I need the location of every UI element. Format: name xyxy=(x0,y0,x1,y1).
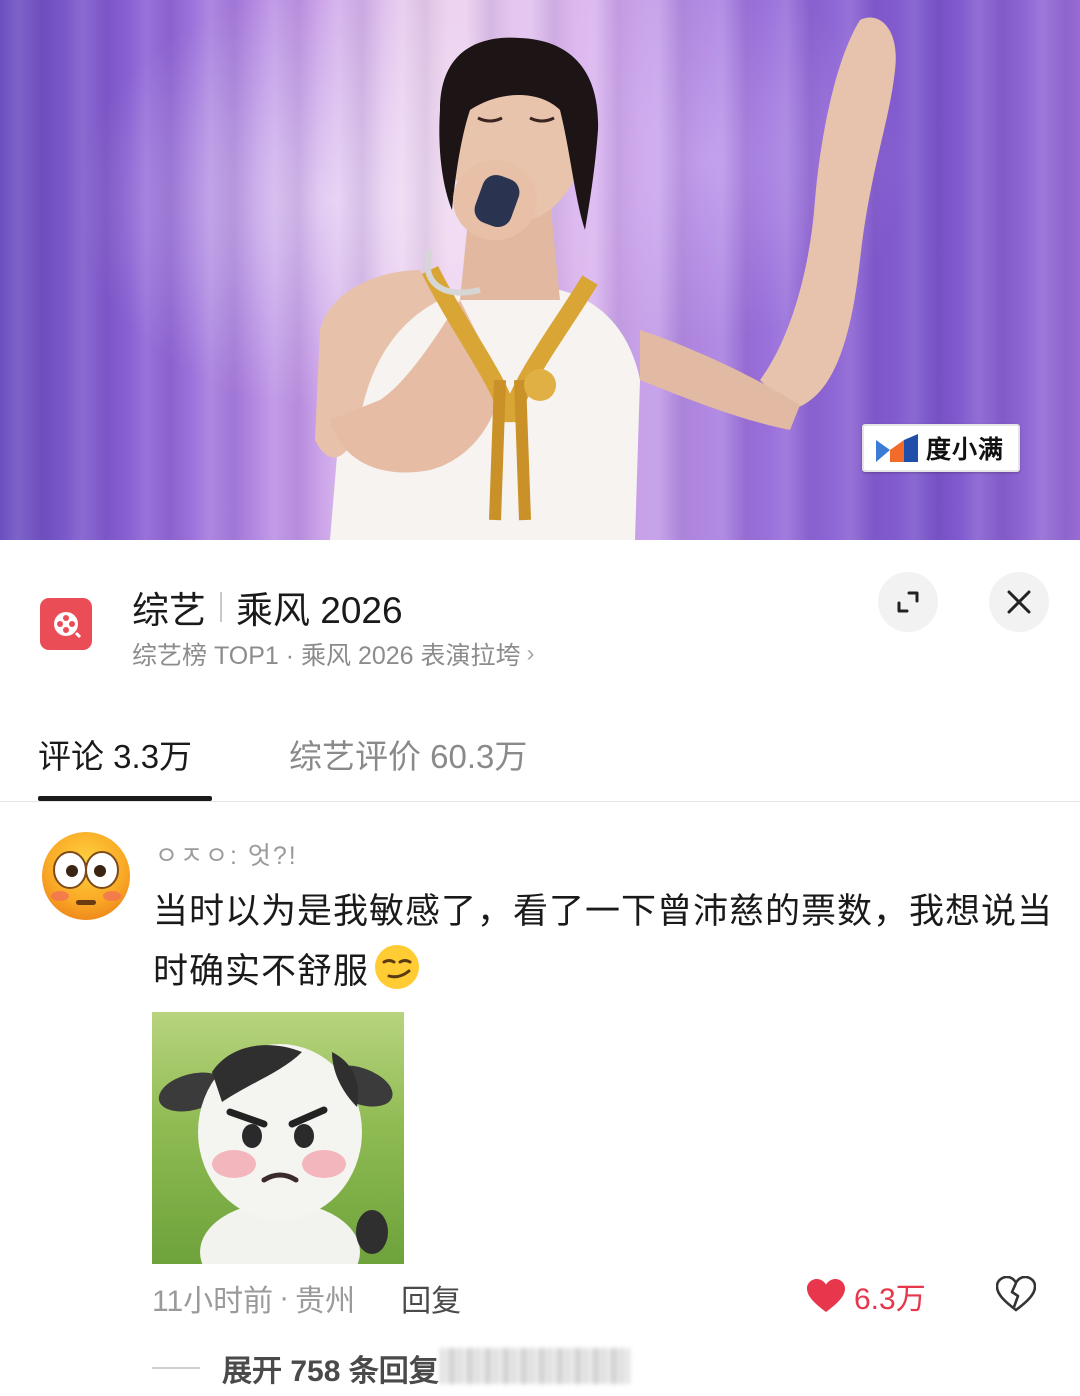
duxiaoman-logo-icon xyxy=(876,434,918,462)
blurred-overlay xyxy=(440,1348,630,1384)
chevron-right-icon: › xyxy=(526,640,535,667)
show-title[interactable]: 综艺 乘风 2026 xyxy=(132,580,403,634)
broadcaster-watermark: 度小满 xyxy=(862,424,1020,472)
category-label: 综艺 xyxy=(132,590,206,631)
flushed-face-avatar-icon xyxy=(42,832,130,920)
close-button[interactable] xyxy=(989,572,1049,632)
comment-username[interactable]: ㅇㅈㅇ: 엇?! xyxy=(155,836,298,872)
comment-image[interactable] xyxy=(152,1012,404,1264)
expand-replies[interactable]: 展开 758 条回复 xyxy=(152,1346,439,1390)
meta-separator: · xyxy=(279,1281,290,1314)
comment-text: 当时以为是我敏感了，看了一下曾沛慈的票数，我想说当时确实不舒服 xyxy=(153,892,1054,991)
comment-meta: 11小时前 · 贵州 回复 xyxy=(152,1276,461,1320)
ranking-text: 综艺榜 TOP1 · 乘风 2026 表演拉垮 xyxy=(132,642,521,670)
film-reel-icon xyxy=(40,598,92,650)
expand-button[interactable] xyxy=(878,572,938,632)
comment-time: 11小时前 xyxy=(152,1285,274,1318)
expand-divider xyxy=(152,1367,200,1369)
smirk-emoji-icon xyxy=(373,943,421,1010)
expand-replies-label: 展开 758 条回复 xyxy=(222,1355,439,1388)
expand-icon xyxy=(897,591,919,613)
active-tab-indicator xyxy=(38,796,212,801)
comments-sheet: 综艺 乘风 2026 综艺榜 TOP1 · 乘风 2026 表演拉垮 › 评论 … xyxy=(0,546,1080,1396)
close-icon xyxy=(1007,590,1031,614)
tab-bar: 评论 3.3万 综艺评价 60.3万 xyxy=(0,724,1080,802)
broken-heart-icon xyxy=(995,1275,1037,1312)
comment-body: 当时以为是我敏感了，看了一下曾沛慈的票数，我想说当时确实不舒服 xyxy=(153,882,1053,1010)
dislike-button[interactable] xyxy=(995,1275,1037,1317)
title-divider xyxy=(220,592,222,622)
video-player[interactable]: 度小满 xyxy=(0,0,1080,540)
tab-comments[interactable]: 评论 3.3万 xyxy=(38,730,192,778)
comment-location: 贵州 xyxy=(295,1285,356,1318)
tab-reviews[interactable]: 综艺评价 60.3万 xyxy=(289,730,527,778)
show-name: 乘风 2026 xyxy=(236,590,403,631)
heart-filled-icon xyxy=(807,1279,845,1312)
like-button[interactable]: 6.3万 xyxy=(806,1274,926,1318)
avatar[interactable] xyxy=(40,830,132,922)
angry-cow-sticker xyxy=(158,1044,393,1264)
reply-button[interactable]: 回复 xyxy=(401,1276,461,1320)
watermark-text: 度小满 xyxy=(926,436,1005,464)
ranking-link[interactable]: 综艺榜 TOP1 · 乘风 2026 表演拉垮 › xyxy=(132,636,535,672)
like-count: 6.3万 xyxy=(854,1283,926,1316)
